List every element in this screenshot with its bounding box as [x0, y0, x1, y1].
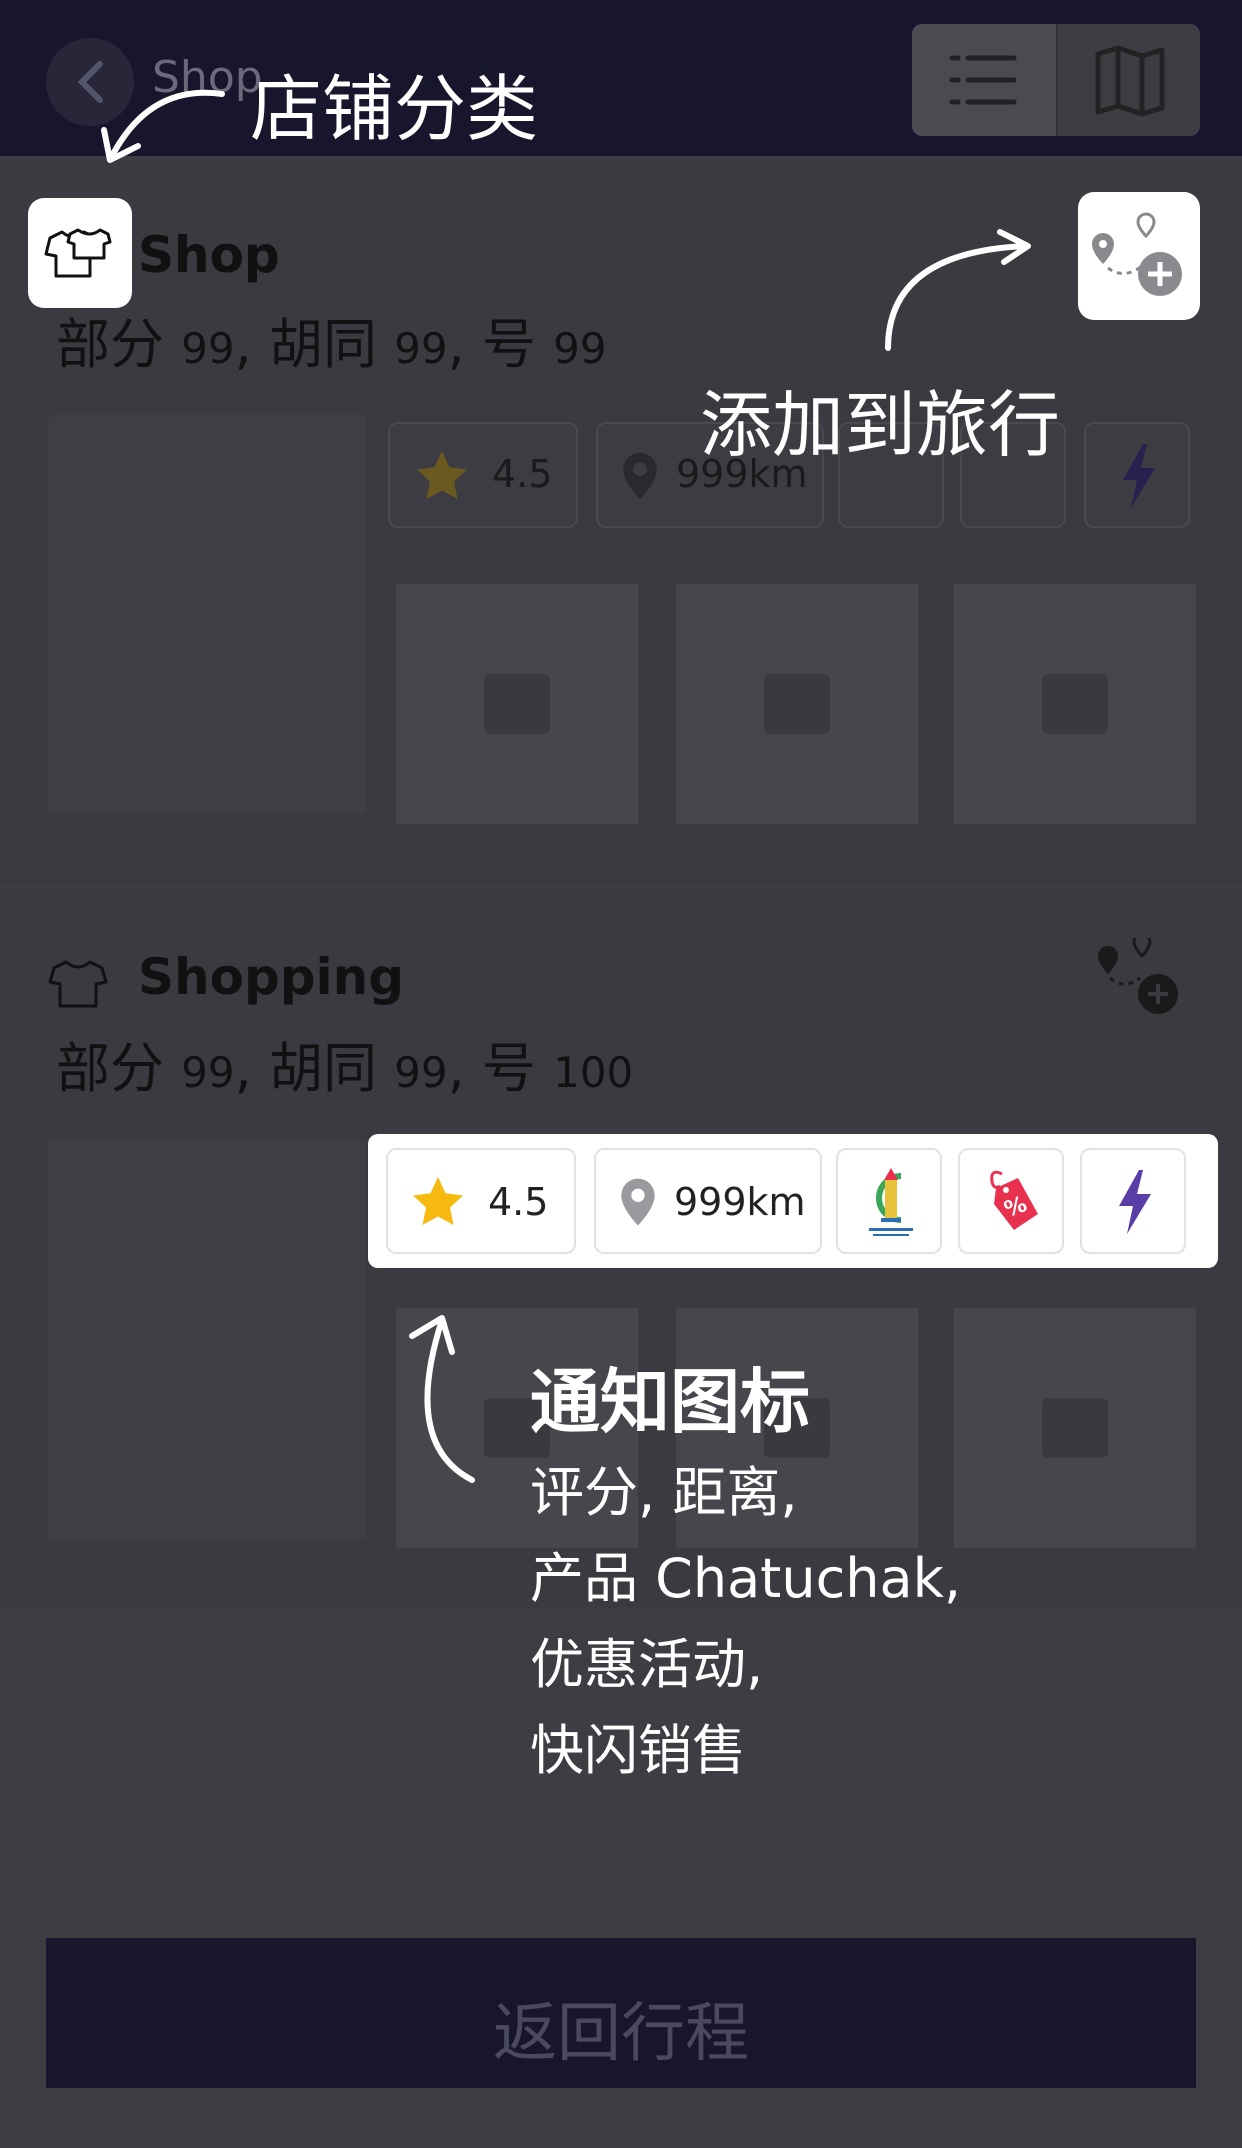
star-icon — [413, 1177, 463, 1225]
page-title: Shop — [152, 52, 263, 103]
add-location-icon — [1092, 212, 1182, 296]
sale-tag-icon: % — [990, 1170, 1038, 1230]
location-pin-icon — [621, 1178, 655, 1226]
shop-name-highlight: Shop — [138, 226, 280, 284]
map-view-button[interactable] — [1056, 24, 1200, 136]
chatuchak-logo-icon — [869, 1168, 913, 1236]
list-icon — [949, 55, 1017, 105]
lightning-icon — [1123, 444, 1155, 508]
clothing-category-icon — [46, 956, 110, 1014]
flash-sale-badge — [1080, 1148, 1186, 1254]
shop-name: Shopping — [138, 948, 405, 1006]
notice-annotation-line: 评分, 距离, — [530, 1461, 798, 1524]
product-image — [954, 1308, 1196, 1548]
rating-badge: 4.5 — [388, 422, 578, 528]
product-image — [954, 584, 1196, 824]
shop-main-image — [48, 1140, 366, 1540]
back-to-itinerary-button[interactable]: 返回行程 — [46, 1938, 1196, 2088]
notice-icons-annotation-title: 通知图标 — [530, 1361, 810, 1443]
back-button[interactable] — [46, 38, 134, 126]
notice-icons-highlight: 4.5 999km % — [368, 1134, 1218, 1268]
star-icon — [417, 451, 467, 499]
shop-main-image — [48, 414, 366, 814]
add-location-icon — [1098, 932, 1178, 1014]
rating-badge: 4.5 — [386, 1148, 576, 1254]
list-view-button[interactable] — [912, 24, 1056, 136]
notice-annotation-line: 快闪销售 — [530, 1719, 746, 1782]
shop-address: 部分 99, 胡同 99, 号 99 — [56, 313, 607, 376]
lightning-icon — [1119, 1170, 1151, 1234]
notice-annotation-line: 优惠活动, — [530, 1633, 764, 1696]
chatuchak-badge — [836, 1148, 942, 1254]
notice-annotation-line: 产品 Chatuchak, — [530, 1547, 962, 1610]
map-icon — [1095, 45, 1165, 117]
shop-category-icon-highlight — [28, 198, 132, 308]
view-toggle — [912, 24, 1200, 136]
location-pin-icon — [623, 452, 657, 500]
category-annotation: 店铺分类 — [250, 67, 539, 151]
product-image — [676, 584, 918, 824]
clothing-category-icon — [44, 228, 112, 278]
add-to-trip-annotation: 添加到旅行 — [700, 383, 1061, 467]
chevron-left-icon — [77, 61, 103, 103]
add-to-trip-button[interactable] — [1078, 192, 1200, 320]
product-image — [396, 584, 638, 824]
app-header: Shop — [0, 0, 1242, 156]
distance-badge: 999km — [594, 1148, 822, 1254]
add-to-trip-button[interactable] — [1084, 932, 1184, 1026]
shop-address: 部分 99, 胡同 99, 号 100 — [56, 1037, 634, 1100]
promotion-badge: % — [958, 1148, 1064, 1254]
flash-sale-badge — [1084, 422, 1190, 528]
